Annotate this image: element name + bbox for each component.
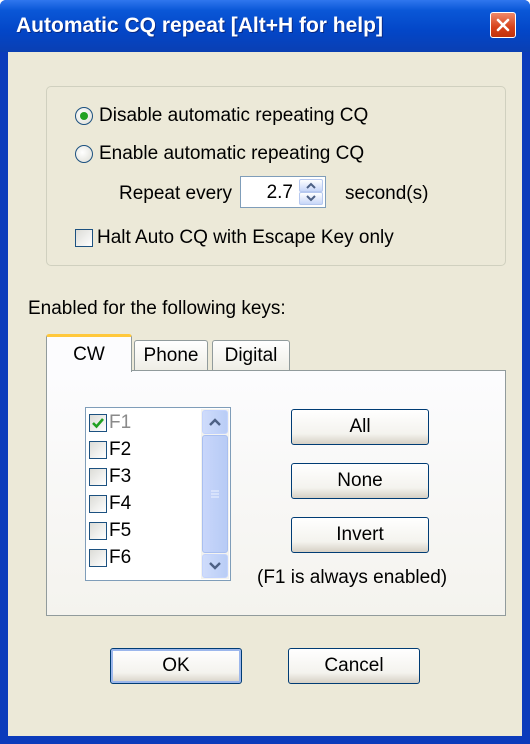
list-item-f2[interactable]: F2 [89,438,131,462]
key-label-f1: F1 [109,412,132,433]
key-checkbox-f1[interactable] [89,414,107,432]
checkmark-icon [92,418,104,429]
ok-button-label: OK [162,655,190,676]
window-title: Automatic CQ repeat [Alt+H for help] [16,14,383,37]
key-label-f5: F5 [109,520,132,541]
tab-phone-label: Phone [143,345,199,366]
repeat-interval-value[interactable]: 2.7 [267,182,293,204]
f1-note: (F1 is always enabled) [257,567,448,588]
keys-section-label: Enabled for the following keys: [28,298,286,319]
tab-digital-label: Digital [224,345,278,366]
key-checkbox-f3[interactable] [89,468,107,486]
all-button-label: All [349,416,371,437]
disable-repeat-radio[interactable] [75,107,93,125]
cancel-button-label: Cancel [324,655,384,676]
halt-escape-label: Halt Auto CQ with Escape Key only [97,227,394,248]
tab-cw[interactable]: CW [46,334,132,372]
cancel-button[interactable]: Cancel [288,648,420,684]
scroll-up-button[interactable] [202,410,228,434]
key-checkbox-f2[interactable] [89,441,107,459]
spin-up-button[interactable] [299,179,323,192]
tab-cw-label: CW [73,343,105,365]
close-button[interactable] [490,12,516,38]
key-label-f4: F4 [109,493,132,514]
keys-scrollbar[interactable] [201,409,229,579]
key-checkbox-f5[interactable] [89,522,107,540]
chevron-down-icon [209,562,221,570]
list-item-f3[interactable]: F3 [89,465,131,489]
repeat-every-label: Repeat every [119,183,233,204]
all-button[interactable]: All [291,409,429,445]
list-item-f5[interactable]: F5 [89,519,131,543]
spin-down-button[interactable] [299,192,323,205]
key-label-f6: F6 [109,547,132,568]
invert-button[interactable]: Invert [291,517,429,553]
dialog-body: Disable automatic repeating CQ Enable au… [8,52,522,736]
tab-phone[interactable]: Phone [134,340,208,371]
ok-button[interactable]: OK [110,648,242,684]
scroll-thumb[interactable] [202,435,228,553]
halt-escape-checkbox[interactable] [75,229,93,247]
halt-escape-option[interactable]: Halt Auto CQ with Escape Key only [75,227,394,249]
enable-repeat-option[interactable]: Enable automatic repeating CQ [75,143,364,165]
chevron-down-icon [306,195,316,202]
disable-repeat-label: Disable automatic repeating CQ [99,105,369,126]
none-button-label: None [337,470,383,491]
tab-digital[interactable]: Digital [212,340,290,371]
title-bar[interactable]: Automatic CQ repeat [Alt+H for help] [0,0,530,52]
none-button[interactable]: None [291,463,429,499]
key-checkbox-f6[interactable] [89,549,107,567]
close-icon [496,18,510,32]
dialog-window: Automatic CQ repeat [Alt+H for help] Dis… [0,0,530,744]
grip-icon [211,490,219,498]
enable-repeat-label: Enable automatic repeating CQ [99,143,365,164]
disable-repeat-option[interactable]: Disable automatic repeating CQ [75,105,368,127]
repeat-interval-spinner[interactable]: 2.7 [240,176,326,208]
key-label-f2: F2 [109,439,132,460]
key-checkbox-f4[interactable] [89,495,107,513]
list-item-f4[interactable]: F4 [89,492,131,516]
scroll-down-button[interactable] [202,554,228,578]
tab-panel-cw: F1 F2 F3 F4 F5 F6 All None Invert (F1 is… [46,370,506,616]
list-item-f6[interactable]: F6 [89,546,131,570]
list-item-f1[interactable]: F1 [89,411,131,435]
chevron-up-icon [209,418,221,426]
seconds-label: second(s) [345,183,429,204]
key-label-f3: F3 [109,466,132,487]
invert-button-label: Invert [336,524,384,545]
chevron-up-icon [306,182,316,189]
keys-checklist[interactable]: F1 F2 F3 F4 F5 F6 [85,407,231,581]
enable-repeat-radio[interactable] [75,145,93,163]
